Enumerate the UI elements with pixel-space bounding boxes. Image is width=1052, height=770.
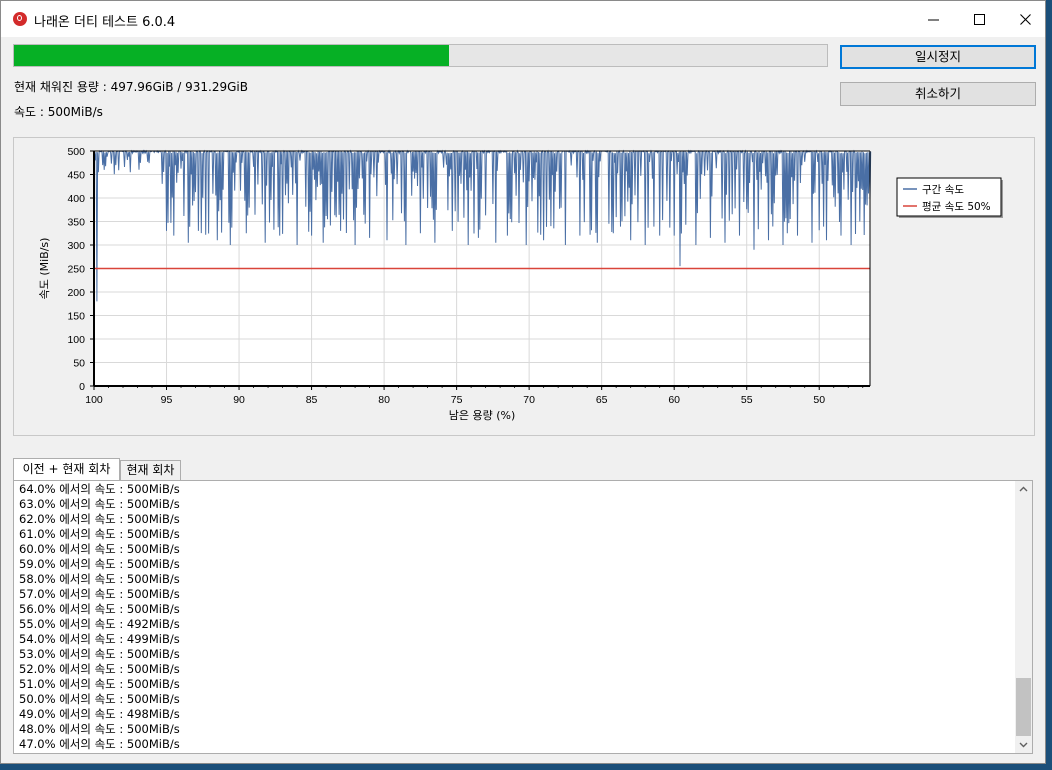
- chevron-up-icon: [1019, 486, 1028, 492]
- speed-text: 속도 : 500MiB/s: [14, 105, 103, 119]
- y-tick-label: 100: [67, 334, 85, 346]
- tab-all-rounds[interactable]: 이전 + 현재 회차: [13, 458, 120, 481]
- app-logo-icon: [13, 12, 27, 26]
- log-scrollbar[interactable]: [1015, 481, 1032, 753]
- window-title: 나래온 더티 테스트 6.0.4: [34, 15, 176, 30]
- y-axis-label: 속도 (MiB/s): [38, 238, 51, 300]
- y-tick-label: 500: [67, 146, 85, 158]
- x-tick-label: 95: [161, 394, 173, 406]
- log-line: 62.0% 에서의 속도 : 500MiB/s: [19, 512, 180, 526]
- title-bar[interactable]: 나래온 더티 테스트 6.0.4: [1, 1, 1045, 37]
- close-icon: [1020, 14, 1031, 25]
- cancel-button[interactable]: 취소하기: [840, 82, 1036, 106]
- y-tick-label: 150: [67, 311, 85, 323]
- log-line: 58.0% 에서의 속도 : 500MiB/s: [19, 572, 180, 586]
- x-tick-label: 85: [306, 394, 318, 406]
- legend-label: 평균 속도 50%: [922, 201, 991, 213]
- minimize-button[interactable]: [911, 1, 957, 37]
- x-tick-label: 100: [85, 394, 103, 406]
- y-tick-label: 50: [73, 358, 85, 370]
- y-tick-label: 350: [67, 217, 85, 229]
- maximize-button[interactable]: [957, 1, 1003, 37]
- maximize-icon: [974, 14, 985, 25]
- y-tick-label: 250: [67, 264, 85, 276]
- x-tick-label: 65: [596, 394, 608, 406]
- x-tick-label: 80: [378, 394, 390, 406]
- scroll-thumb[interactable]: [1016, 678, 1031, 736]
- y-tick-label: 200: [67, 287, 85, 299]
- log-line: 52.0% 에서의 속도 : 500MiB/s: [19, 662, 180, 676]
- log-line: 51.0% 에서의 속도 : 500MiB/s: [19, 677, 180, 691]
- x-tick-label: 50: [813, 394, 825, 406]
- x-tick-label: 70: [523, 394, 535, 406]
- scroll-up-button[interactable]: [1015, 481, 1032, 498]
- log-line: 64.0% 에서의 속도 : 500MiB/s: [19, 482, 180, 496]
- log-line: 50.0% 에서의 속도 : 500MiB/s: [19, 692, 180, 706]
- x-tick-label: 90: [233, 394, 245, 406]
- y-tick-label: 300: [67, 240, 85, 252]
- filled-capacity-text: 현재 채워진 용량 : 497.96GiB / 931.29GiB: [14, 80, 248, 94]
- fill-progress-bar: [13, 44, 828, 67]
- log-line: 54.0% 에서의 속도 : 499MiB/s: [19, 632, 180, 646]
- log-line: 57.0% 에서의 속도 : 500MiB/s: [19, 587, 180, 601]
- speed-chart-svg: 0 50 100 150 200 250 300 350 400 450 500 100 95 90 85 8…: [38, 146, 1003, 422]
- scroll-down-button[interactable]: [1015, 736, 1032, 753]
- log-line: 48.0% 에서의 속도 : 500MiB/s: [19, 722, 180, 736]
- log-line: 60.0% 에서의 속도 : 500MiB/s: [19, 542, 180, 556]
- pause-button[interactable]: 일시정지: [840, 45, 1036, 69]
- log-list: 64.0% 에서의 속도 : 500MiB/s 63.0% 에서의 속도 : 50…: [14, 482, 180, 752]
- log-line: 56.0% 에서의 속도 : 500MiB/s: [19, 602, 180, 616]
- log-line: 53.0% 에서의 속도 : 500MiB/s: [19, 647, 180, 661]
- close-button[interactable]: [1003, 1, 1049, 37]
- log-line: 59.0% 에서의 속도 : 500MiB/s: [19, 557, 180, 571]
- log-line: 61.0% 에서의 속도 : 500MiB/s: [19, 527, 180, 541]
- log-line: 49.0% 에서의 속도 : 498MiB/s: [19, 707, 180, 721]
- log-line: 63.0% 에서의 속도 : 500MiB/s: [19, 497, 180, 511]
- y-tick-label: 450: [67, 170, 85, 182]
- x-tick-label: 75: [451, 394, 463, 406]
- tab-current-round[interactable]: 현재 회차: [120, 460, 181, 480]
- progress-fill: [14, 45, 449, 66]
- x-axis-label: 남은 용량 (%): [449, 409, 516, 422]
- chevron-down-icon: [1019, 742, 1028, 748]
- speed-log[interactable]: 64.0% 에서의 속도 : 500MiB/s 63.0% 에서의 속도 : 50…: [13, 480, 1033, 754]
- minimize-icon: [928, 19, 939, 21]
- y-tick-label: 0: [79, 381, 85, 393]
- legend-label: 구간 속도: [922, 184, 964, 196]
- y-tick-label: 400: [67, 193, 85, 205]
- log-line: 55.0% 에서의 속도 : 492MiB/s: [19, 617, 180, 631]
- x-tick-label: 60: [668, 394, 680, 406]
- log-line: 47.0% 에서의 속도 : 500MiB/s: [19, 737, 180, 751]
- speed-chart: 0 50 100 150 200 250 300 350 400 450 500 100 95 90 85 8…: [13, 137, 1035, 436]
- x-tick-label: 55: [741, 394, 753, 406]
- app-window: 나래온 더티 테스트 6.0.4 일시정지 취소하기 현재 채워진 용량 : 4…: [0, 0, 1046, 764]
